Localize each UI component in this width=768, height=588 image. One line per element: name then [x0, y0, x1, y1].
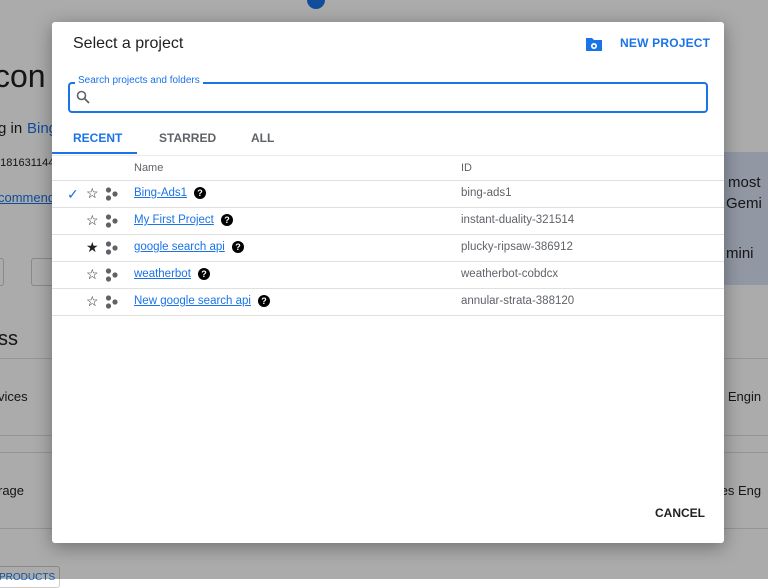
table-row[interactable]: ✓ ☆ Bing-Ads1? bing-ads1: [52, 181, 724, 208]
project-id: instant-duality-321514: [461, 214, 575, 226]
tab-starred[interactable]: STARRED: [159, 131, 216, 145]
folder-gear-icon[interactable]: [585, 36, 603, 52]
column-header-id: ID: [461, 162, 472, 174]
project-name-link[interactable]: google search api: [134, 241, 225, 253]
star-filled-icon[interactable]: ★: [86, 239, 99, 256]
table-row[interactable]: ★ google search api? plucky-ripsaw-386912: [52, 235, 724, 262]
column-header-name: Name: [134, 162, 164, 174]
tab-all[interactable]: ALL: [251, 131, 274, 145]
table-row[interactable]: ☆ weatherbot? weatherbot-cobdcx: [52, 262, 724, 289]
project-id: plucky-ripsaw-386912: [461, 241, 573, 253]
star-outline-icon[interactable]: ☆: [86, 266, 99, 283]
table-row[interactable]: ☆ My First Project? instant-duality-321514: [52, 208, 724, 235]
search-input[interactable]: [92, 88, 696, 108]
project-name-link[interactable]: Bing-Ads1: [134, 187, 187, 199]
select-project-dialog: Select a project NEW PROJECT Search proj…: [52, 22, 724, 543]
star-outline-icon[interactable]: ☆: [86, 293, 99, 310]
search-label: Search projects and folders: [75, 75, 203, 86]
project-icon: [105, 268, 118, 282]
table-row[interactable]: ☆ New google search api? annular-strata-38…: [52, 289, 724, 316]
new-project-button[interactable]: NEW PROJECT: [620, 36, 710, 50]
project-icon: [105, 241, 118, 255]
project-icon: [105, 214, 118, 228]
project-name-link[interactable]: weatherbot: [134, 268, 191, 280]
tab-recent[interactable]: RECENT: [73, 131, 122, 145]
project-name-link[interactable]: My First Project: [134, 214, 214, 226]
tab-bar: RECENT STARRED ALL: [52, 122, 724, 156]
project-id: bing-ads1: [461, 187, 512, 199]
project-icon: [105, 187, 118, 201]
cancel-button[interactable]: CANCEL: [655, 506, 705, 520]
help-icon[interactable]: ?: [194, 187, 206, 199]
star-outline-icon[interactable]: ☆: [86, 185, 99, 202]
projects-table: Name ID ✓ ☆ Bing-Ads1? bing-ads1 ☆ My First P…: [52, 155, 724, 316]
star-outline-icon[interactable]: ☆: [86, 212, 99, 229]
project-name-link[interactable]: New google search api: [134, 295, 251, 307]
search-icon: [76, 90, 90, 104]
project-id: annular-strata-388120: [461, 295, 575, 307]
help-icon[interactable]: ?: [258, 295, 270, 307]
table-header: Name ID: [52, 155, 724, 181]
project-icon: [105, 295, 118, 309]
project-id: weatherbot-cobdcx: [461, 268, 559, 280]
check-icon: ✓: [67, 186, 79, 202]
dialog-title: Select a project: [73, 35, 184, 52]
help-icon[interactable]: ?: [221, 214, 233, 226]
search-field[interactable]: Search projects and folders: [68, 75, 708, 113]
help-icon[interactable]: ?: [198, 268, 210, 280]
active-tab-indicator: [52, 152, 137, 154]
help-icon[interactable]: ?: [232, 241, 244, 253]
